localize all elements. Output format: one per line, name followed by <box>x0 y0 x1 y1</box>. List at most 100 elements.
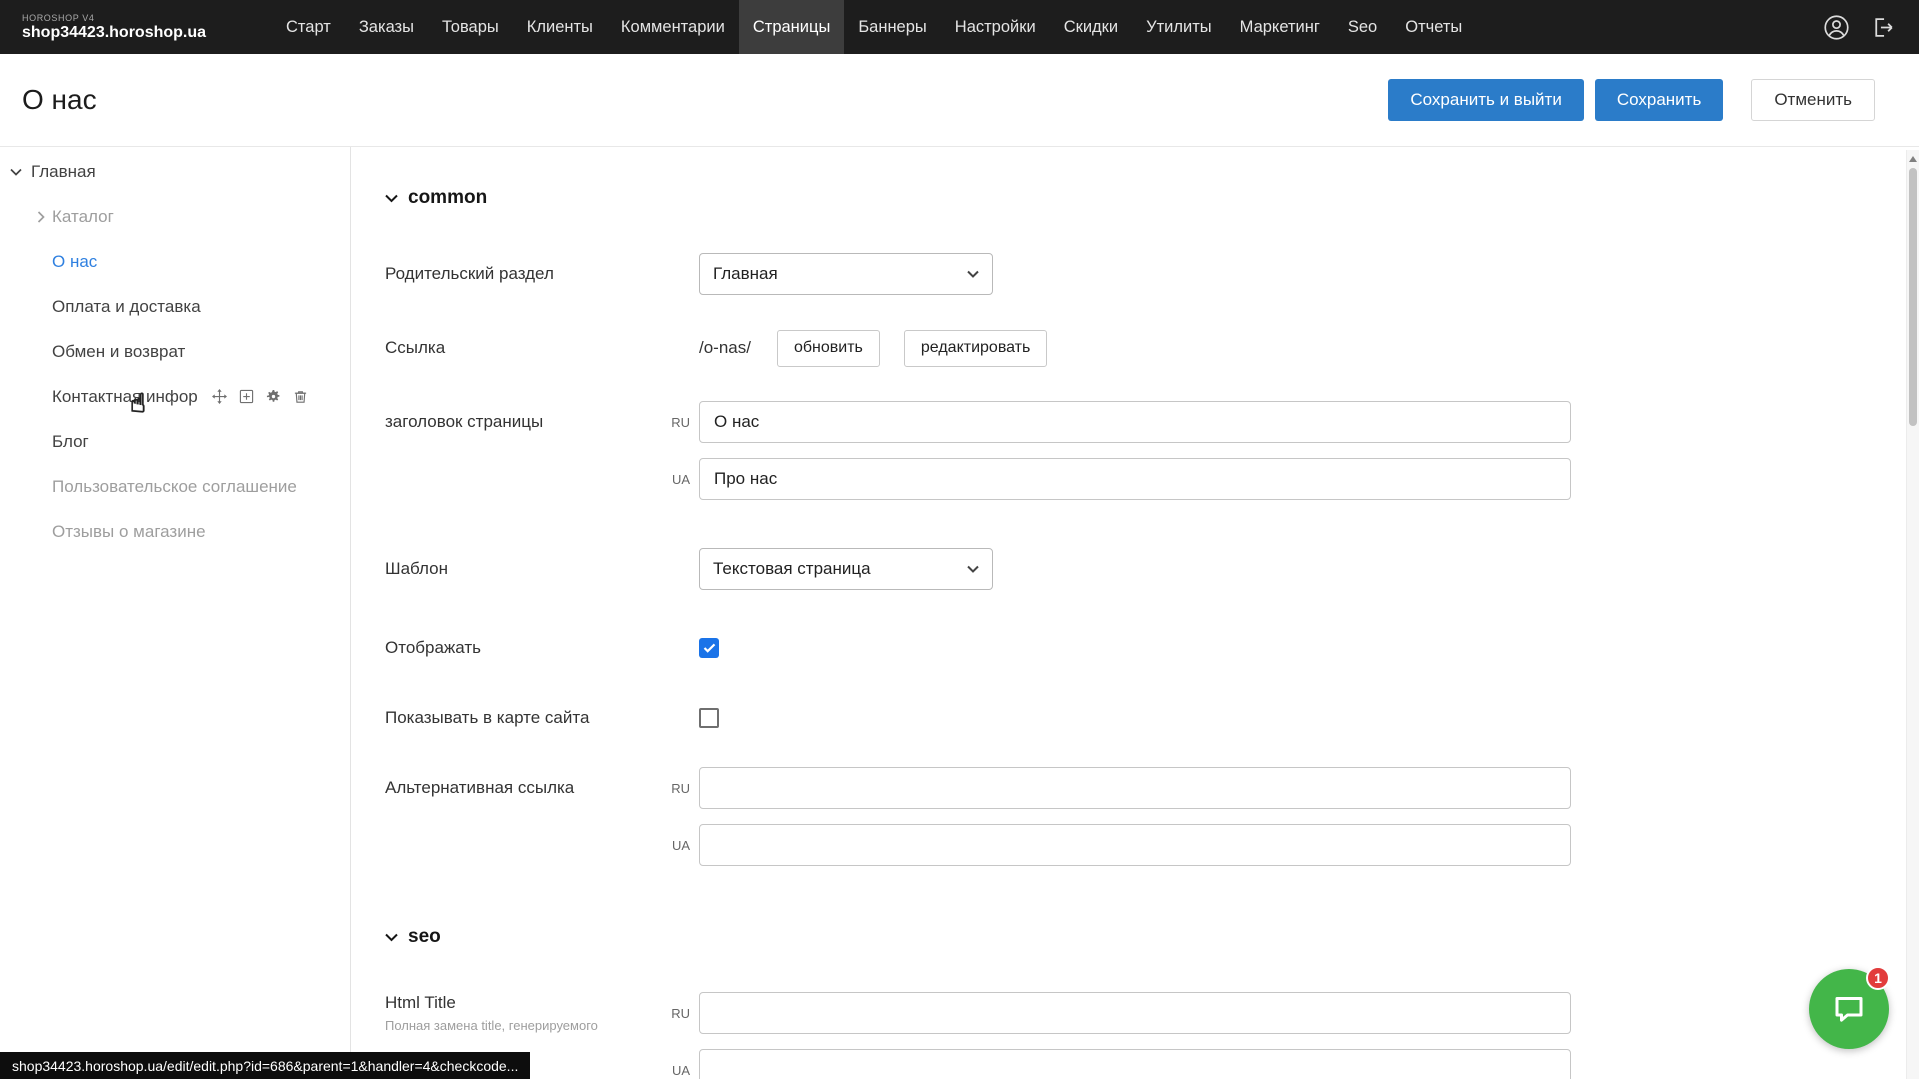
chat-notification-badge: 1 <box>1866 966 1890 990</box>
page-title: О нас <box>22 84 97 116</box>
sidebar-item-kontaktnaya[interactable]: Контактная инфор <box>0 374 350 419</box>
save-button[interactable]: Сохранить <box>1595 79 1723 121</box>
lang-badge-ru: RU <box>633 781 699 796</box>
alt-link-ru-input[interactable] <box>699 767 1571 809</box>
pages-tree-sidebar: Главная Каталог О нас Оплата и доставка … <box>0 147 351 1079</box>
nav-item-comments[interactable]: Комментарии <box>607 0 739 54</box>
tree-item-actions <box>212 389 308 404</box>
sidebar-item-label: Контактная инфор <box>52 387 198 407</box>
field-label: Ссылка <box>385 338 633 358</box>
nav-item-start[interactable]: Старт <box>272 0 345 54</box>
chat-bubble-icon <box>1831 991 1867 1027</box>
sitemap-checkbox[interactable] <box>699 708 719 728</box>
html-title-ru-input[interactable] <box>699 992 1571 1034</box>
sidebar-item-glavnaya[interactable]: Главная <box>0 149 350 194</box>
link-path: /o-nas/ <box>699 338 751 358</box>
check-icon <box>703 643 716 653</box>
html-title-ua-input[interactable] <box>699 1049 1571 1079</box>
section-seo[interactable]: seo <box>385 926 1919 948</box>
display-checkbox[interactable] <box>699 638 719 658</box>
top-navbar: HOROSHOP V4 shop34423.horoshop.ua Старт … <box>0 0 1919 54</box>
vertical-scrollbar[interactable] <box>1906 150 1919 1079</box>
section-common[interactable]: common <box>385 187 1919 209</box>
chat-widget-button[interactable]: 1 <box>1809 969 1889 1049</box>
page-title-ua-input[interactable] <box>699 458 1571 500</box>
trash-icon[interactable] <box>293 389 308 404</box>
sitemap-row: Показывать в карте сайта <box>385 697 1919 739</box>
link-row: Ссылка /o-nas/ обновить редактировать <box>385 327 1919 369</box>
sidebar-item-label: Обмен и возврат <box>52 342 185 362</box>
logo-domain: shop34423.horoshop.ua <box>22 24 272 42</box>
template-select[interactable]: Текстовая страница <box>699 548 993 590</box>
nav-item-banners[interactable]: Баннеры <box>844 0 940 54</box>
nav-item-orders[interactable]: Заказы <box>345 0 428 54</box>
alt-link-ua-row: UA <box>385 824 1919 866</box>
page-title-ru-input[interactable] <box>699 401 1571 443</box>
html-title-ua-row: UA <box>385 1049 1919 1079</box>
section-title: common <box>408 187 487 209</box>
scroll-up-arrow-icon[interactable] <box>1909 156 1917 162</box>
display-row: Отображать <box>385 627 1919 669</box>
sidebar-item-label: Главная <box>31 162 96 182</box>
sidebar-item-katalog[interactable]: Каталог <box>0 194 350 239</box>
nav-item-settings[interactable]: Настройки <box>941 0 1050 54</box>
sidebar-item-label: Блог <box>52 432 89 452</box>
scrollbar-thumb[interactable] <box>1909 168 1917 426</box>
logout-icon[interactable] <box>1870 15 1895 40</box>
chevron-down-icon <box>967 270 979 278</box>
chevron-down-icon[interactable] <box>10 168 31 176</box>
main-layout: Главная Каталог О нас Оплата и доставка … <box>0 147 1919 1079</box>
field-label: Шаблон <box>385 559 633 579</box>
page-header: О нас Сохранить и выйти Сохранить Отмени… <box>0 54 1919 147</box>
nav-item-clients[interactable]: Клиенты <box>513 0 607 54</box>
nav-item-pages[interactable]: Страницы <box>739 0 844 54</box>
link-edit-button[interactable]: редактировать <box>904 330 1047 367</box>
sidebar-item-blog[interactable]: Блог <box>0 419 350 464</box>
gear-icon[interactable] <box>266 389 281 404</box>
sidebar-item-oplata[interactable]: Оплата и доставка <box>0 284 350 329</box>
field-label: Отображать <box>385 638 633 658</box>
add-icon[interactable] <box>239 389 254 404</box>
nav-item-marketing[interactable]: Маркетинг <box>1226 0 1334 54</box>
sidebar-item-label: Оплата и доставка <box>52 297 201 317</box>
sidebar-item-obmen[interactable]: Обмен и возврат <box>0 329 350 374</box>
nav-item-seo[interactable]: Seo <box>1334 0 1391 54</box>
link-refresh-button[interactable]: обновить <box>777 330 880 367</box>
field-label: Html Title <box>385 993 633 1013</box>
sidebar-item-label: Каталог <box>52 207 114 227</box>
chevron-right-icon[interactable] <box>37 211 52 223</box>
user-icon[interactable] <box>1823 14 1850 41</box>
sidebar-item-label: Пользовательское соглашение <box>52 477 297 497</box>
template-row: Шаблон Текстовая страница <box>385 548 1919 590</box>
nav-item-reports[interactable]: Отчеты <box>1391 0 1476 54</box>
lang-badge-ru: RU <box>633 415 699 430</box>
lang-badge-ua: UA <box>633 838 699 853</box>
page-title-ru-row: заголовок страницы RU <box>385 401 1919 443</box>
parent-section-select[interactable]: Главная <box>699 253 993 295</box>
logo-version: HOROSHOP V4 <box>22 13 272 23</box>
lang-badge-ua: UA <box>633 1063 699 1078</box>
sidebar-item-otzyvy[interactable]: Отзывы о магазине <box>0 509 350 554</box>
status-url: shop34423.horoshop.ua/edit/edit.php?id=6… <box>12 1058 518 1074</box>
logo[interactable]: HOROSHOP V4 shop34423.horoshop.ua <box>0 0 272 54</box>
move-icon[interactable] <box>212 389 227 404</box>
sidebar-item-soglashenie[interactable]: Пользовательское соглашение <box>0 464 350 509</box>
nav-item-discounts[interactable]: Скидки <box>1050 0 1132 54</box>
section-title: seo <box>408 926 441 948</box>
nav-item-utilities[interactable]: Утилиты <box>1132 0 1226 54</box>
cancel-button[interactable]: Отменить <box>1751 79 1875 121</box>
field-hint: Полная замена title, генерируемого <box>385 1018 633 1033</box>
page-edit-form: common Родительский раздел Главная Ссылк… <box>351 147 1919 1079</box>
field-label-block: Html Title Полная замена title, генериру… <box>385 993 633 1033</box>
alt-link-ua-input[interactable] <box>699 824 1571 866</box>
nav-item-products[interactable]: Товары <box>428 0 513 54</box>
select-value: Главная <box>713 264 778 284</box>
main-menu: Старт Заказы Товары Клиенты Комментарии … <box>272 0 1476 54</box>
alt-link-ru-row: Альтернативная ссылка RU <box>385 767 1919 809</box>
sidebar-item-label: О нас <box>52 252 97 272</box>
select-value: Текстовая страница <box>713 559 871 579</box>
page-title-ua-row: UA <box>385 458 1919 500</box>
sidebar-item-o-nas[interactable]: О нас <box>0 239 350 284</box>
save-and-exit-button[interactable]: Сохранить и выйти <box>1388 79 1583 121</box>
field-label: заголовок страницы <box>385 412 633 432</box>
